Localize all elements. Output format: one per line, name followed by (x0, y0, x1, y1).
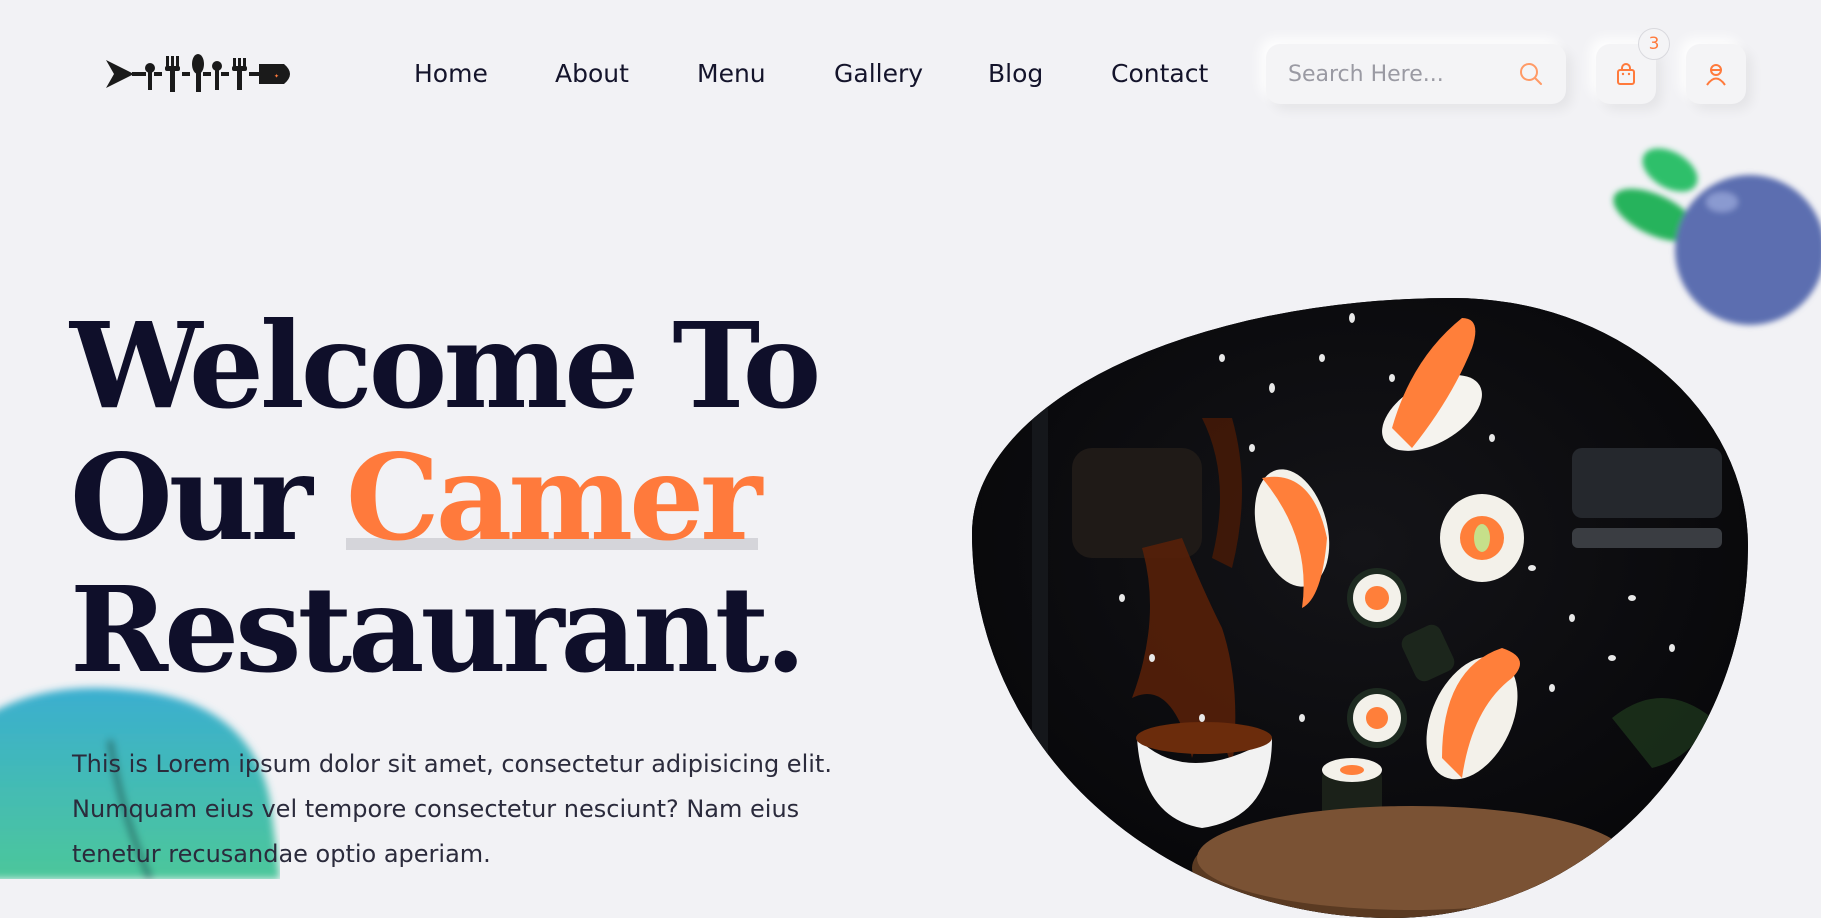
user-icon (1706, 64, 1726, 86)
nav-blog[interactable]: Blog (988, 56, 1043, 92)
shopping-bag-icon (1617, 63, 1635, 85)
cart-button[interactable]: 3 (1596, 28, 1670, 104)
nav-contact[interactable]: Contact (1111, 56, 1208, 92)
cart-count-badge: 3 (1638, 28, 1670, 60)
headline-line-1: Welcome To (70, 296, 821, 435)
search-box (1266, 44, 1566, 104)
headline-line-2: Our Camer (70, 432, 817, 564)
hero-description: This is Lorem ipsum dolor sit amet, cons… (72, 750, 832, 868)
headline-prefix: Our (70, 428, 346, 567)
nav-gallery[interactable]: Gallery (834, 56, 923, 92)
user-button[interactable] (1686, 44, 1746, 104)
hero-image (972, 298, 1748, 918)
headline-line-3: Restaurant. (70, 560, 806, 699)
search-input[interactable] (1266, 60, 1510, 88)
nav-home[interactable]: Home (414, 56, 488, 92)
hero-headline: Welcome To Our Camer Restaurant. (70, 296, 821, 699)
svg-text:✦: ✦ (274, 73, 279, 80)
nav-about[interactable]: About (555, 56, 629, 92)
logo[interactable]: ✦ (104, 50, 296, 98)
headline-accent: Camer (345, 428, 762, 567)
blueberry-decoration (1613, 148, 1821, 325)
search-icon[interactable] (1518, 61, 1544, 87)
nav-menu[interactable]: Menu (697, 56, 766, 92)
